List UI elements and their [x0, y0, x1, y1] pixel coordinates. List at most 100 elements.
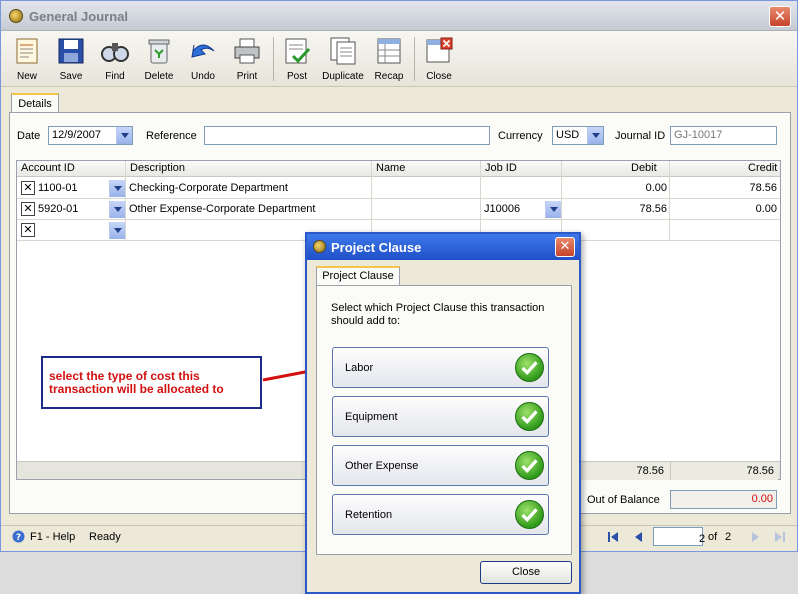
save-label: Save	[59, 71, 83, 82]
first-page-icon[interactable]	[607, 531, 619, 543]
page-value: 2	[699, 533, 706, 545]
cell-account: 5920-01	[38, 203, 79, 215]
annotation-callout: select the type of cost this transaction…	[41, 356, 262, 409]
header-name[interactable]: Name	[376, 161, 405, 176]
save-icon	[58, 38, 84, 64]
reference-field[interactable]	[204, 126, 490, 145]
last-page-icon[interactable]	[774, 531, 786, 543]
app-icon	[9, 9, 23, 23]
print-button[interactable]: Print	[225, 33, 269, 85]
journal-id-label: Journal ID	[615, 130, 666, 142]
dialog-title-bar: Project Clause ✕	[307, 234, 579, 260]
cell-debit: 0.00	[645, 182, 667, 194]
toolbar-separator	[273, 37, 274, 81]
table-row[interactable]: ✕ 5920-01 Other Expense-Corporate Depart…	[17, 199, 780, 220]
cell-description: Other Expense-Corporate Department	[129, 203, 316, 215]
chevron-down-icon[interactable]	[109, 180, 125, 197]
chevron-down-icon[interactable]	[116, 127, 132, 144]
dialog-close-button[interactable]: Close	[480, 561, 572, 584]
cell-credit: 0.00	[755, 203, 777, 215]
dialog-title: Project Clause	[331, 240, 422, 255]
delete-icon	[148, 39, 170, 64]
cell-job: J10006	[484, 203, 521, 215]
cell-description: Checking-Corporate Department	[129, 182, 288, 194]
duplicate-icon	[330, 37, 356, 65]
new-label: New	[16, 71, 37, 82]
window-close-button[interactable]: ✕	[769, 6, 791, 27]
header-credit[interactable]: Credit	[748, 161, 777, 176]
header-job-id[interactable]: Job ID	[485, 161, 517, 176]
cell-credit: 78.56	[749, 182, 777, 194]
out-of-balance-field: 0.00	[670, 490, 777, 509]
remove-row-icon[interactable]: ✕	[21, 202, 35, 216]
remove-row-icon[interactable]: ✕	[21, 223, 35, 237]
print-label: Print	[236, 71, 258, 82]
retention-button[interactable]: Retention	[332, 494, 549, 535]
app-icon	[313, 240, 326, 253]
title-bar: General Journal ✕	[1, 1, 797, 31]
post-button[interactable]: Post	[275, 33, 319, 85]
chevron-down-icon[interactable]	[587, 127, 603, 144]
delete-button[interactable]: Delete	[137, 33, 181, 85]
tab-details[interactable]: Details	[11, 93, 59, 113]
undo-label: Undo	[191, 71, 215, 82]
check-icon	[515, 451, 544, 480]
toolbar: New Save Find Delete Undo Print Post Dup…	[1, 31, 797, 87]
recap-label: Recap	[374, 71, 404, 82]
of-label: of	[708, 531, 718, 543]
prev-page-icon[interactable]	[633, 531, 643, 543]
svg-text:?: ?	[16, 533, 21, 543]
save-button[interactable]: Save	[49, 33, 93, 85]
other-expense-button[interactable]: Other Expense	[332, 445, 549, 486]
date-field[interactable]: 12/9/2007	[48, 126, 133, 145]
total-pages: 2	[725, 531, 732, 543]
next-page-icon[interactable]	[751, 531, 761, 543]
recap-button[interactable]: Recap	[367, 33, 411, 85]
delete-label: Delete	[144, 71, 174, 82]
annotation-text: select the type of cost this transaction…	[49, 369, 224, 396]
header-description[interactable]: Description	[130, 161, 185, 176]
labor-label: Labor	[345, 362, 374, 374]
equipment-button[interactable]: Equipment	[332, 396, 549, 437]
dialog-panel: Select which Project Clause this transac…	[316, 285, 572, 555]
header-account-id[interactable]: Account ID	[21, 161, 75, 176]
page-input[interactable]: 2	[653, 527, 706, 546]
chevron-down-icon[interactable]	[109, 201, 125, 218]
retention-label: Retention	[345, 509, 393, 521]
print-icon	[234, 38, 260, 64]
cell-debit: 78.56	[639, 203, 667, 215]
undo-button[interactable]: Undo	[181, 33, 225, 85]
help-icon[interactable]: ?	[12, 530, 25, 543]
remove-row-icon[interactable]: ✕	[21, 181, 35, 195]
journal-id-field: GJ-10017	[670, 126, 777, 145]
undo-icon	[191, 44, 215, 58]
other-expense-label: Other Expense	[345, 460, 419, 472]
check-icon	[515, 353, 544, 382]
currency-label: Currency	[498, 130, 543, 142]
post-label: Post	[286, 71, 307, 82]
help-label[interactable]: F1 - Help	[30, 531, 75, 543]
total-credit: 78.56	[746, 465, 774, 477]
chevron-down-icon[interactable]	[109, 222, 125, 239]
check-icon	[515, 402, 544, 431]
table-row[interactable]: ✕ 1100-01 Checking-Corporate Department …	[17, 178, 780, 199]
chevron-down-icon[interactable]	[545, 201, 561, 218]
tab-project-clause[interactable]: Project Clause	[316, 266, 400, 286]
duplicate-button[interactable]: Duplicate	[319, 33, 367, 85]
post-icon	[285, 38, 311, 64]
new-button[interactable]: New	[5, 33, 49, 85]
grid-header: Account ID Description Name Job ID Debit…	[17, 161, 780, 177]
new-icon	[16, 38, 38, 64]
labor-button[interactable]: Labor	[332, 347, 549, 388]
currency-field[interactable]: USD	[552, 126, 604, 145]
dialog-close-icon[interactable]: ✕	[555, 237, 575, 257]
reference-label: Reference	[146, 130, 197, 142]
close-button[interactable]: Close	[417, 33, 461, 85]
header-debit[interactable]: Debit	[631, 161, 657, 176]
currency-value: USD	[556, 129, 580, 141]
out-of-balance-value: 0.00	[751, 493, 773, 505]
window-title: General Journal	[29, 9, 128, 24]
total-debit: 78.56	[636, 465, 664, 477]
recap-icon	[377, 38, 401, 64]
find-button[interactable]: Find	[93, 33, 137, 85]
